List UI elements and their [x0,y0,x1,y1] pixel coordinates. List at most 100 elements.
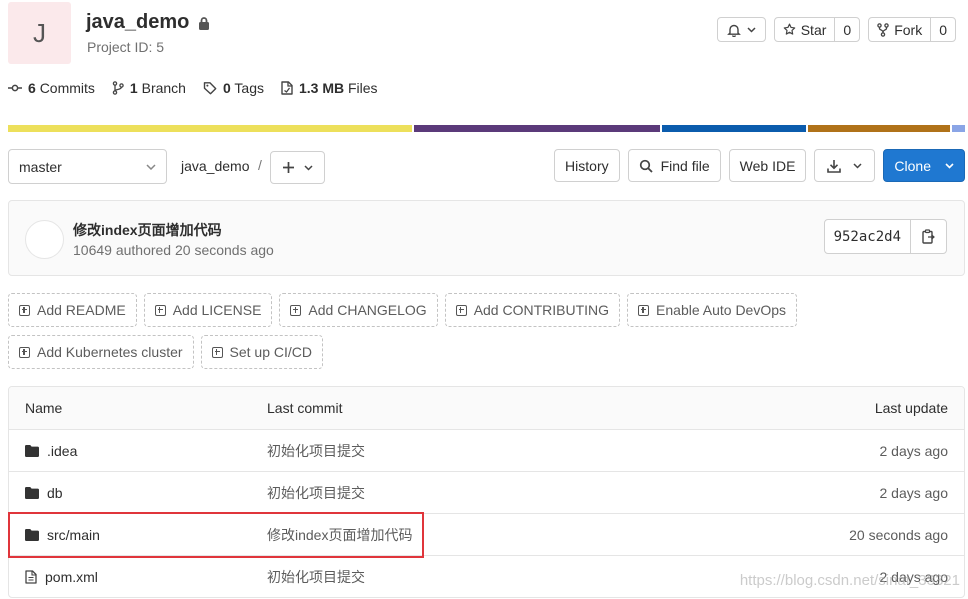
commits-link[interactable]: 6 Commits [8,80,95,96]
folder-icon [25,486,39,499]
plus-square-icon [211,346,223,358]
project-avatar: J [8,2,71,64]
folder-icon [25,444,39,457]
project-id: Project ID: 5 [87,39,165,55]
find-file-button[interactable]: Find file [627,149,721,182]
last-commit-message[interactable]: 初始化项目提交 [267,567,365,587]
author-avatar[interactable] [25,220,64,259]
add-new-dropdown[interactable] [270,151,325,184]
quick-action-button[interactable]: Enable Auto DevOps [627,293,798,327]
clone-button[interactable]: Clone [883,149,965,182]
file-name[interactable]: src/main [47,527,100,543]
commit-title[interactable]: 修改index页面增加代码 [73,220,222,240]
table-row[interactable]: db 初始化项目提交 2 days ago [9,471,964,513]
star-label[interactable]: Star [775,18,835,41]
history-button[interactable]: History [554,149,620,182]
chevron-down-icon [303,164,313,171]
file-name-cell[interactable]: src/main [25,527,100,543]
folder-icon [25,528,39,541]
language-segment[interactable] [662,125,807,132]
project-stats: 6 Commits 1 Branch 0 Tags 1.3 MB Files [8,80,378,96]
chevron-down-icon [853,162,862,169]
commit-sha-group: 952ac2d4 [823,219,947,254]
file-name[interactable]: db [47,485,63,501]
fork-icon [877,22,889,37]
file-icon [281,81,293,95]
plus-icon [282,162,294,173]
chevron-down-icon [747,26,756,33]
download-dropdown[interactable] [814,149,876,182]
branch-dropdown[interactable]: master [8,149,167,184]
plus-square-icon [638,304,650,316]
quick-action-label: Set up CI/CD [229,344,313,360]
fork-button[interactable]: Fork 0 [868,17,956,42]
tag-icon [203,82,217,95]
quick-actions-row-1: Add README Add LICENSE Add CHANGELOG Add CO… [8,293,965,327]
table-row[interactable]: src/main 修改index页面增加代码 20 seconds ago [9,513,964,555]
last-commit-message[interactable]: 修改index页面增加代码 [267,525,412,545]
notification-button[interactable] [716,17,766,42]
chevron-down-icon [146,163,156,170]
star-icon [783,23,796,35]
breadcrumb-project[interactable]: java_demo [181,158,250,174]
commit-meta: 10649 authored 20 seconds ago [73,242,274,258]
commit-icon [8,84,22,92]
file-name[interactable]: pom.xml [45,569,98,585]
web-ide-button[interactable]: Web IDE [728,149,807,182]
quick-action-button[interactable]: Set up CI/CD [200,335,324,369]
quick-action-label: Add Kubernetes cluster [37,344,183,360]
column-header-name: Name [25,400,63,416]
language-segment[interactable] [8,125,413,132]
quick-action-button[interactable]: Add CONTRIBUTING [444,293,621,327]
files-link[interactable]: 1.3 MB Files [281,80,378,96]
tags-link[interactable]: 0 Tags [203,80,264,96]
quick-action-label: Add CONTRIBUTING [473,302,610,318]
quick-actions-row-2: Add Kubernetes cluster Set up CI/CD [8,335,965,369]
plus-square-icon [290,304,302,316]
language-segment[interactable] [951,125,966,132]
last-commit-panel: 修改index页面增加代码 10649 authored 20 seconds … [8,200,965,276]
table-header: Name Last commit Last update [9,387,964,429]
branches-link[interactable]: 1 Branch [112,80,186,96]
file-name-cell[interactable]: pom.xml [25,569,98,585]
plus-square-icon [154,304,166,316]
quick-action-button[interactable]: Add LICENSE [143,293,273,327]
download-icon [827,159,842,173]
clipboard-icon [922,229,935,244]
quick-action-label: Add CHANGELOG [308,302,427,318]
file-name-cell[interactable]: db [25,485,63,501]
last-update-time: 20 seconds ago [849,526,948,543]
language-segment[interactable] [808,125,950,132]
file-name[interactable]: .idea [47,443,77,459]
project-title[interactable]: java_demo [86,11,211,34]
lock-icon [199,16,210,30]
quick-action-button[interactable]: Add Kubernetes cluster [8,335,194,369]
last-commit-message[interactable]: 初始化项目提交 [267,441,365,461]
last-update-time: 2 days ago [879,484,949,501]
fork-label[interactable]: Fork [869,18,930,41]
copy-sha-button[interactable] [910,220,946,253]
quick-action-button[interactable]: Add CHANGELOG [279,293,438,327]
plus-square-icon [19,346,30,358]
quick-action-label: Add README [37,302,126,318]
fork-count[interactable]: 0 [930,18,955,41]
branch-icon [112,81,124,95]
plus-square-icon [19,304,30,316]
file-tree-table: Name Last commit Last update .idea 初始化项目提… [8,386,965,598]
language-segment[interactable] [414,125,661,132]
file-name-cell[interactable]: .idea [25,443,77,459]
chevron-down-icon [945,162,954,169]
last-update-time: 2 days ago [879,442,949,459]
commit-sha[interactable]: 952ac2d4 [825,220,910,253]
star-button[interactable]: Star 0 [773,17,861,42]
repository-languages-bar [8,125,966,132]
column-header-last-update: Last update [874,400,948,416]
watermark: https://blog.csdn.net/sinat_33321 [739,572,960,589]
quick-action-button[interactable]: Add README [8,293,137,327]
last-commit-message[interactable]: 初始化项目提交 [267,483,365,503]
quick-action-label: Enable Auto DevOps [656,302,787,318]
quick-action-label: Add LICENSE [172,302,262,318]
table-row[interactable]: .idea 初始化项目提交 2 days ago [9,429,964,471]
search-icon [639,159,653,173]
star-count[interactable]: 0 [834,18,859,41]
